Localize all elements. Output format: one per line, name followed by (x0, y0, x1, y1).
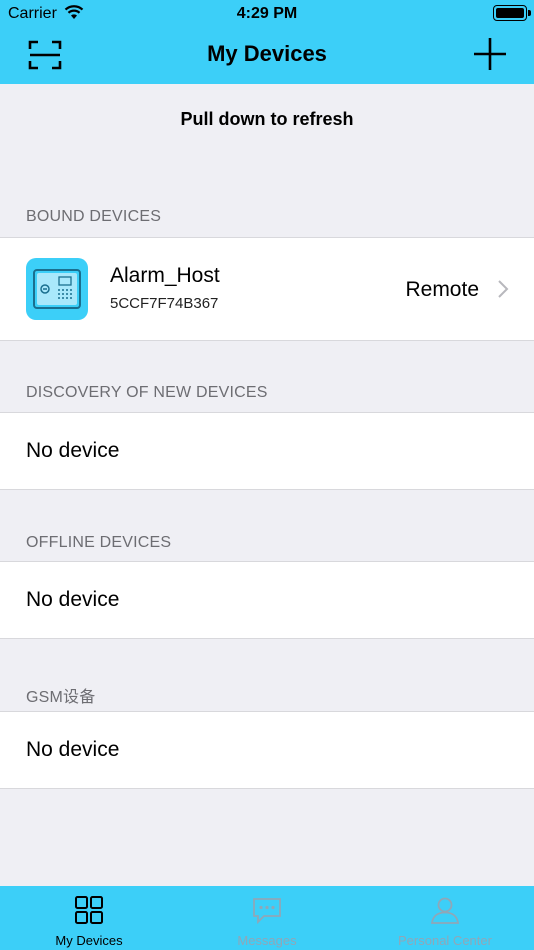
empty-state-text: No device (26, 439, 120, 462)
device-id: 5CCF7F74B367 (110, 295, 219, 312)
top-bar: Carrier 4:29 PM My Devices (0, 0, 534, 84)
add-device-button[interactable] (472, 36, 508, 72)
battery-icon (493, 5, 531, 21)
tab-label: Messages (237, 933, 297, 948)
tab-personal-center[interactable]: Personal Center (356, 886, 534, 950)
tab-label: My Devices (55, 933, 123, 948)
status-bar: Carrier 4:29 PM (0, 0, 534, 28)
gsm-empty-row: No device (0, 711, 534, 789)
tab-bar: My Devices Messages Personal Center (0, 886, 534, 950)
pull-to-refresh-hint: Pull down to refresh (180, 109, 354, 129)
person-icon (430, 897, 460, 924)
device-name: Alarm_Host (110, 264, 220, 287)
section-header-bound: BOUND DEVICES (26, 208, 162, 225)
section-header-offline: OFFLINE DEVICES (26, 534, 172, 551)
chevron-right-icon (498, 280, 509, 298)
tab-label: Personal Center (398, 933, 492, 948)
tab-messages[interactable]: Messages (178, 886, 356, 950)
device-mode-label: Remote (405, 278, 479, 301)
device-row[interactable]: Alarm_Host 5CCF7F74B367 Remote (0, 237, 534, 341)
message-icon (253, 898, 281, 925)
status-time: 4:29 PM (236, 5, 298, 22)
empty-state-text: No device (26, 738, 120, 761)
discovery-empty-row: No device (0, 412, 534, 490)
plus-icon (474, 38, 506, 70)
section-header-discovery: DISCOVERY OF NEW DEVICES (26, 384, 268, 401)
empty-state-text: No device (26, 588, 120, 611)
page-title: My Devices (207, 41, 327, 66)
section-header-gsm: GSM设备 (26, 689, 96, 706)
tab-my-devices[interactable]: My Devices (0, 886, 178, 950)
offline-empty-row: No device (0, 561, 534, 639)
devices-grid-icon (75, 896, 103, 924)
alarm-host-icon (26, 258, 88, 320)
